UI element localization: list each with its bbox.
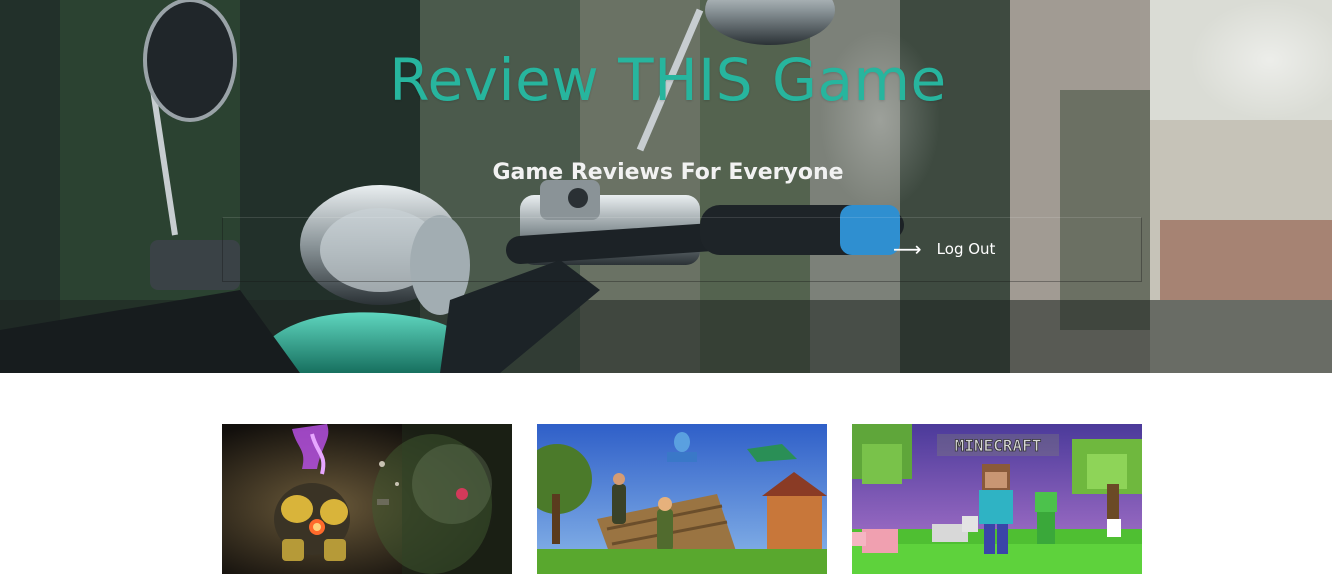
game-card-minecraft[interactable]: MINECRAFT xyxy=(852,424,1142,574)
navigation-bar xyxy=(222,217,1142,282)
game-card-fortnite[interactable] xyxy=(537,424,827,574)
arrow-right-icon: ⟶ xyxy=(893,237,922,261)
minecraft-logo: MINECRAFT xyxy=(955,436,1042,455)
fortnite-battle-art xyxy=(537,424,827,574)
mech-robot-art xyxy=(222,424,512,574)
game-card-sci-fi-mech[interactable] xyxy=(222,424,512,574)
page-subtitle: Game Reviews For Everyone xyxy=(492,160,844,185)
hero-banner: Review THIS Game Game Reviews For Everyo… xyxy=(0,0,1332,373)
minecraft-art: MINECRAFT xyxy=(852,424,1142,574)
logout-link[interactable]: ⟶ Log Out xyxy=(893,238,995,260)
logout-label: Log Out xyxy=(936,240,996,258)
page-title: Review THIS Game xyxy=(389,46,947,114)
game-card-grid: MINECRAFT xyxy=(222,424,1142,574)
